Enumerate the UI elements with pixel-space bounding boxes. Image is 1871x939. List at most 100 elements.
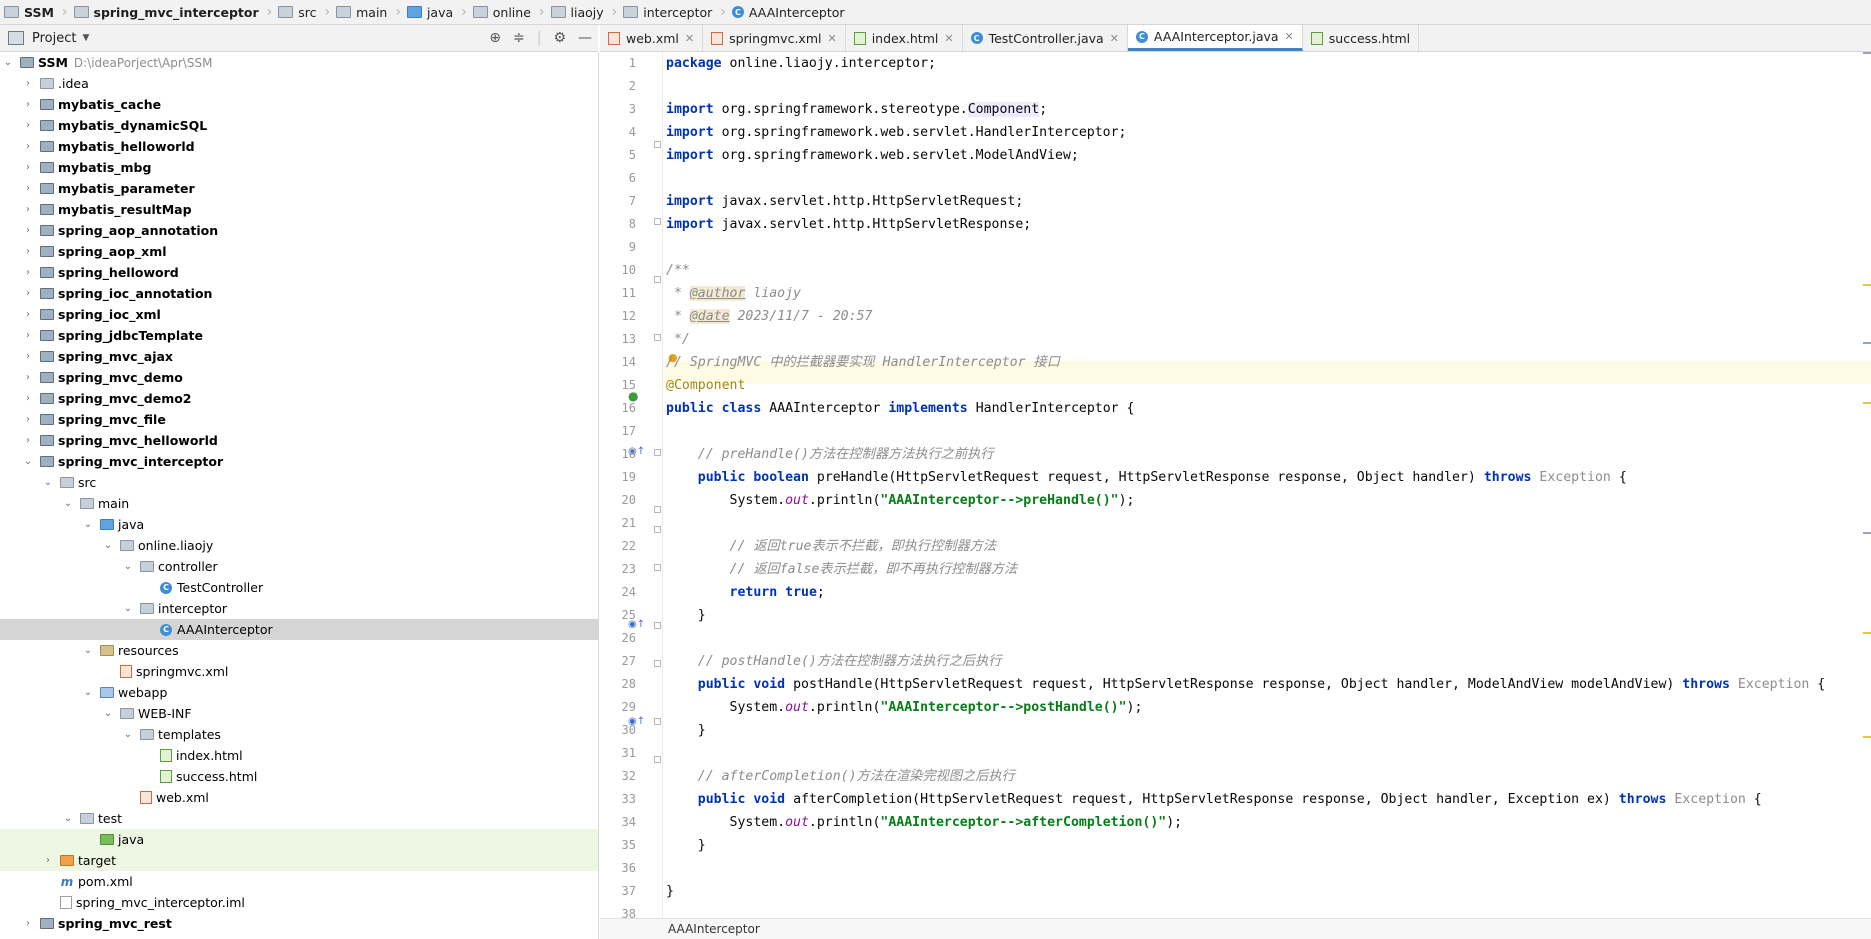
tree-item[interactable]: › spring_jdbcTemplate <box>0 325 598 346</box>
code-line[interactable]: } <box>666 604 706 627</box>
stripe-mark[interactable] <box>1863 284 1871 286</box>
tree-item[interactable]: › spring_aop_annotation <box>0 220 598 241</box>
fold-marker[interactable] <box>654 276 661 283</box>
chevron-down-icon[interactable]: ⌄ <box>102 540 114 551</box>
tree-item[interactable]: success.html <box>0 766 598 787</box>
breadcrumb-item-java[interactable]: java <box>403 0 459 24</box>
code-line[interactable]: System.out.println("AAAInterceptor-->pos… <box>666 696 1143 719</box>
chevron-down-icon[interactable]: ⌄ <box>82 645 94 656</box>
tree-root[interactable]: ⌄ SSM D:\ideaPorject\Apr\SSM <box>0 52 598 73</box>
chevron-right-icon[interactable]: › <box>22 183 34 194</box>
code-line[interactable]: System.out.println("AAAInterceptor-->aft… <box>666 811 1183 834</box>
chevron-down-icon[interactable]: ⌄ <box>82 519 94 530</box>
tree-item[interactable]: › spring_ioc_xml <box>0 304 598 325</box>
fold-marker[interactable] <box>654 506 661 513</box>
tree-item[interactable]: › spring_mvc_file <box>0 409 598 430</box>
breadcrumb-item-module[interactable]: spring_mvc_interceptor <box>70 0 265 24</box>
code-line[interactable]: public class AAAInterceptor implements H… <box>666 397 1134 420</box>
tab-web-xml[interactable]: web.xml ✕ <box>600 25 704 51</box>
tree-item[interactable]: web.xml <box>0 787 598 808</box>
chevron-right-icon[interactable]: › <box>22 435 34 446</box>
tree-item[interactable]: spring_mvc_interceptor.iml <box>0 892 598 913</box>
code-line[interactable]: // SpringMVC 中的拦截器要实现 HandlerInterceptor… <box>666 351 1060 374</box>
tree-item[interactable]: ⌄ java <box>0 514 598 535</box>
code-line[interactable]: } <box>666 719 706 742</box>
fold-marker[interactable] <box>654 334 661 341</box>
close-icon[interactable]: ✕ <box>1285 30 1294 43</box>
chevron-down-icon[interactable]: ⌄ <box>82 687 94 698</box>
chevron-right-icon[interactable]: › <box>22 288 34 299</box>
tree-item[interactable]: ⌄ controller <box>0 556 598 577</box>
fold-marker[interactable] <box>654 718 661 725</box>
chevron-right-icon[interactable]: › <box>22 351 34 362</box>
chevron-right-icon[interactable]: › <box>22 204 34 215</box>
chevron-down-icon[interactable]: ⌄ <box>102 708 114 719</box>
code-line[interactable]: // afterCompletion()方法在渲染完视图之后执行 <box>666 765 1015 788</box>
fold-marker[interactable] <box>654 526 661 533</box>
chevron-right-icon[interactable]: › <box>42 855 54 866</box>
code-line[interactable]: System.out.println("AAAInterceptor-->pre… <box>666 489 1135 512</box>
chevron-right-icon[interactable]: › <box>22 99 34 110</box>
tree-item[interactable]: ⌄ webapp <box>0 682 598 703</box>
chevron-right-icon[interactable]: › <box>22 414 34 425</box>
fold-marker[interactable] <box>654 449 661 456</box>
chevron-down-icon[interactable]: ⌄ <box>22 456 34 467</box>
code-line[interactable]: /** <box>666 259 690 282</box>
tab-testcontroller[interactable]: C TestController.java ✕ <box>963 25 1128 51</box>
tab-aaainterceptor[interactable]: C AAAInterceptor.java ✕ <box>1127 25 1303 51</box>
fold-marker[interactable] <box>654 564 661 571</box>
code-line[interactable]: } <box>666 880 674 903</box>
chevron-right-icon[interactable]: › <box>22 162 34 173</box>
code-line[interactable]: import javax.servlet.http.HttpServletRes… <box>666 213 1031 236</box>
close-icon[interactable]: ✕ <box>1110 32 1119 45</box>
tree-item[interactable]: › spring_mvc_rest <box>0 913 598 934</box>
breadcrumb-item-ssm[interactable]: SSM <box>0 0 60 24</box>
code-line[interactable]: package online.liaojy.interceptor; <box>666 52 936 75</box>
chevron-right-icon[interactable]: › <box>22 918 34 929</box>
tree-item-selected[interactable]: C AAAInterceptor <box>0 619 598 640</box>
code-line[interactable]: // 返回false表示拦截，即不再执行控制器方法 <box>666 558 1018 581</box>
chevron-right-icon[interactable]: › <box>22 267 34 278</box>
stripe-mark[interactable] <box>1863 532 1871 534</box>
tree-item[interactable]: ⌄ spring_mvc_interceptor <box>0 451 598 472</box>
breadcrumb-item-liaojy[interactable]: liaojy <box>547 0 610 24</box>
tree-item[interactable]: ⌄ main <box>0 493 598 514</box>
tab-index-html[interactable]: index.html ✕ <box>846 25 963 51</box>
tree-item[interactable]: java <box>0 829 598 850</box>
locate-icon[interactable]: ⊕ <box>489 30 501 46</box>
breadcrumb-item-interceptor[interactable]: interceptor <box>619 0 718 24</box>
code-line[interactable]: */ <box>666 328 690 351</box>
code-line[interactable]: public boolean preHandle(HttpServletRequ… <box>666 466 1627 489</box>
code-line[interactable]: public void postHandle(HttpServletReques… <box>666 673 1825 696</box>
tree-item[interactable]: › spring_mvc_demo <box>0 367 598 388</box>
tree-item[interactable]: › spring_mvc_ajax <box>0 346 598 367</box>
code-line[interactable]: * @author liaojy <box>666 282 801 305</box>
tree-item[interactable]: › mybatis_helloworld <box>0 136 598 157</box>
code-line[interactable]: public void afterCompletion(HttpServletR… <box>666 788 1762 811</box>
close-icon[interactable]: ✕ <box>944 32 953 45</box>
code-line[interactable]: * @date 2023/11/7 - 20:57 <box>666 305 872 328</box>
tree-item[interactable]: › spring_mvc_demo2 <box>0 388 598 409</box>
code-line[interactable]: import javax.servlet.http.HttpServletReq… <box>666 190 1023 213</box>
close-icon[interactable]: ✕ <box>827 32 836 45</box>
tree-item[interactable]: › mybatis_mbg <box>0 157 598 178</box>
chevron-right-icon[interactable]: › <box>22 372 34 383</box>
footer-breadcrumb-item[interactable]: AAAInterceptor <box>668 922 760 936</box>
code-line[interactable]: // postHandle()方法在控制器方法执行之后执行 <box>666 650 1002 673</box>
chevron-down-icon[interactable]: ⌄ <box>62 498 74 509</box>
tree-item[interactable]: C TestController <box>0 577 598 598</box>
tree-item[interactable]: › mybatis_parameter <box>0 178 598 199</box>
chevron-down-icon[interactable]: ⌄ <box>122 603 134 614</box>
code-line[interactable]: } <box>666 834 706 857</box>
code-line[interactable]: @Component <box>666 374 745 397</box>
stripe-mark[interactable] <box>1863 402 1871 404</box>
chevron-right-icon[interactable]: › <box>22 225 34 236</box>
minimize-icon[interactable]: — <box>578 30 592 46</box>
code-line[interactable]: // 返回true表示不拦截，即执行控制器方法 <box>666 535 997 558</box>
tree-item[interactable]: ⌄ resources <box>0 640 598 661</box>
chevron-right-icon[interactable]: › <box>22 246 34 257</box>
gear-icon[interactable]: ⚙ <box>553 30 566 46</box>
tree-item[interactable]: ⌄ src <box>0 472 598 493</box>
tab-success-html[interactable]: success.html <box>1303 25 1420 51</box>
breadcrumb-item-src[interactable]: src <box>274 0 322 24</box>
